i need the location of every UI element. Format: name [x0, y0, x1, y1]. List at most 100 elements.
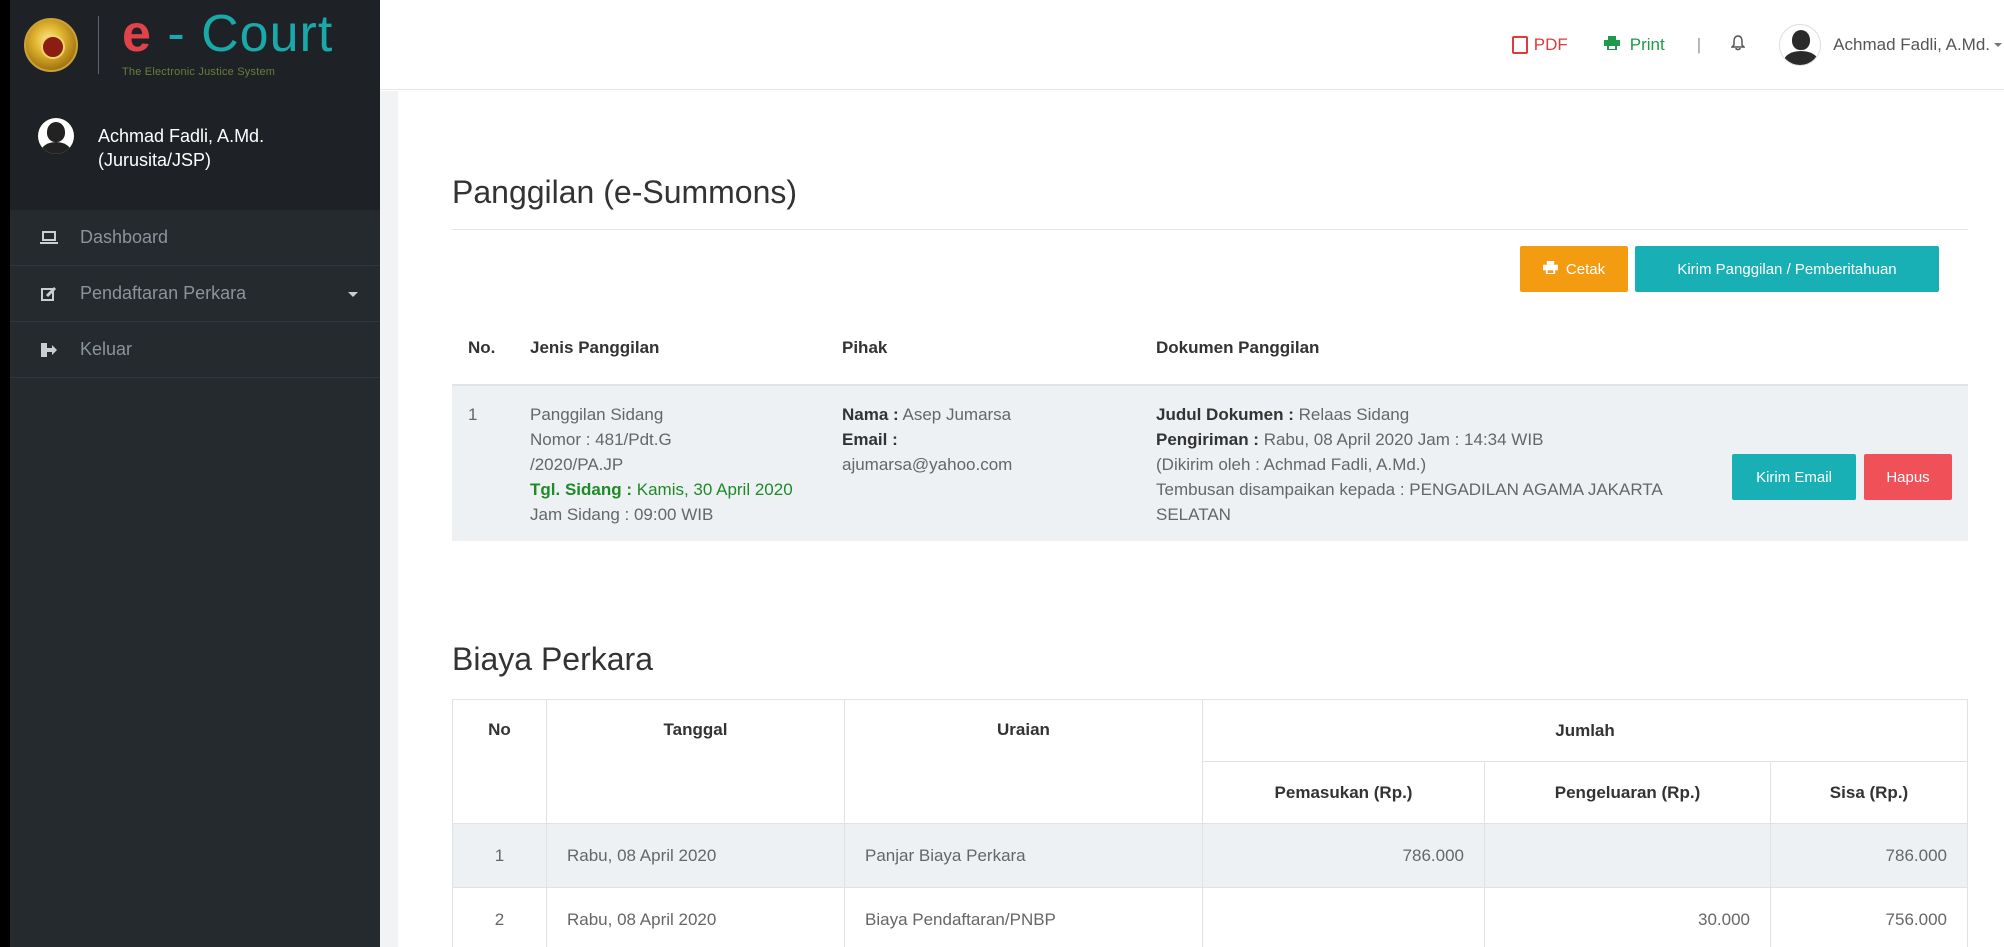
- cetak-label: Cetak: [1565, 260, 1606, 278]
- row-actions: Kirim Email Hapus: [1716, 402, 1952, 500]
- tgl-sidang-value: Kamis, 30 April 2020: [636, 480, 793, 499]
- column-header: Pemasukan (Rp.): [1202, 761, 1485, 824]
- summons-title: Panggilan (e-Summons): [452, 174, 798, 210]
- judul-label: Judul Dokumen :: [1156, 405, 1294, 424]
- column-header: Jenis Panggilan: [514, 311, 826, 386]
- email-value: ajumarsa@yahoo.com: [842, 455, 1013, 474]
- cell-sisa: 756.000: [1770, 887, 1968, 947]
- cell-no: 1: [452, 823, 547, 888]
- cell-uraian: Biaya Pendaftaran/PNBP: [844, 887, 1203, 947]
- cell-pemasukan: 786.000: [1202, 823, 1485, 888]
- dokumen-cell: Judul Dokumen : Relaas Sidang Pengiriman…: [1140, 385, 1700, 541]
- sidebar-menu: Dashboard Pendaftaran Perkara Keluar: [10, 210, 380, 378]
- avatar: [38, 118, 74, 154]
- sign-out-icon: [38, 341, 60, 359]
- top-navbar: PDF Print | Achmad Fadli, A.Md.: [380, 0, 2004, 90]
- kirim-panggilan-button[interactable]: Kirim Panggilan / Pemberitahuan: [1635, 246, 1939, 292]
- cell-uraian: Panjar Biaya Perkara: [844, 823, 1203, 888]
- table-row: 2 Rabu, 08 April 2020 Biaya Pendaftaran/…: [452, 887, 1968, 947]
- table-row: 1 Panggilan Sidang Nomor : 481/Pdt.G /20…: [452, 385, 1968, 541]
- cell-sisa: 786.000: [1770, 823, 1968, 888]
- judul-value: Relaas Sidang: [1298, 405, 1410, 424]
- column-header: Jumlah: [1202, 699, 1968, 762]
- sidebar-item-label: Pendaftaran Perkara: [80, 283, 247, 303]
- top-actions: PDF Print | Achmad Fadli, A.Md.: [1511, 0, 2004, 90]
- title-divider: [452, 229, 1968, 230]
- sidebar-item-label: Keluar: [80, 339, 133, 359]
- column-header: No.: [452, 311, 514, 386]
- column-header-actions: [1700, 311, 1968, 386]
- row-number: 1: [452, 385, 514, 541]
- summons-table: No. Jenis Panggilan Pihak Dokumen Panggi…: [452, 311, 1968, 541]
- sidebar-item-label: Dashboard: [80, 227, 169, 247]
- separator: |: [1696, 35, 1702, 54]
- column-header: Tanggal: [546, 699, 845, 824]
- sidebar: e - Court The Electronic Justice System …: [10, 0, 380, 947]
- pihak-cell: Nama : Asep Jumarsa Email : ajumarsa@yah…: [826, 385, 1140, 541]
- main-content: Panggilan (e-Summons) Cetak Kirim Panggi…: [398, 91, 2004, 947]
- pdf-link[interactable]: PDF: [1511, 35, 1568, 55]
- cell-pengeluaran: 30.000: [1484, 887, 1771, 947]
- column-header: Pihak: [826, 311, 1140, 386]
- sidebar-item-keluar[interactable]: Keluar: [10, 322, 380, 378]
- table-row: 1 Rabu, 08 April 2020 Panjar Biaya Perka…: [452, 823, 1968, 888]
- tgl-sidang-label: Tgl. Sidang :: [530, 480, 632, 499]
- column-header: Pengeluaran (Rp.): [1484, 761, 1771, 824]
- brand-title-rest: - Court: [151, 5, 334, 63]
- brand-title[interactable]: e - Court: [122, 6, 333, 62]
- pdf-label: PDF: [1533, 35, 1568, 54]
- bell-icon[interactable]: [1730, 34, 1746, 56]
- brand-divider: [98, 16, 99, 74]
- hapus-button[interactable]: Hapus: [1864, 454, 1952, 500]
- cell-pemasukan: [1202, 887, 1485, 947]
- dikirim-oleh: (Dikirim oleh : Achmad Fadli, A.Md.): [1156, 455, 1427, 474]
- cetak-button[interactable]: Cetak: [1520, 246, 1628, 292]
- email-label: Email :: [842, 430, 898, 449]
- cell-tanggal: Rabu, 08 April 2020: [546, 887, 845, 947]
- nama-label: Nama :: [842, 405, 899, 424]
- column-header: Uraian: [844, 699, 1203, 824]
- brand-subtitle: The Electronic Justice System: [122, 66, 276, 78]
- column-header: No: [452, 699, 547, 824]
- laptop-icon: [38, 229, 60, 247]
- column-header: Sisa (Rp.): [1770, 761, 1968, 824]
- chevron-down-icon: [348, 292, 358, 297]
- print-link[interactable]: Print: [1603, 35, 1665, 55]
- cell-pengeluaran: [1484, 823, 1771, 888]
- print-icon: [1542, 260, 1558, 278]
- jam-sidang: Jam Sidang : 09:00 WIB: [530, 505, 714, 524]
- column-header: Dokumen Panggilan: [1140, 311, 1700, 386]
- nomor-line-cont: /2020/PA.JP: [530, 455, 624, 474]
- user-avatar[interactable]: [1779, 24, 1822, 66]
- user-role: (Jurusita/JSP): [98, 150, 212, 170]
- brand-title-e: e: [122, 5, 152, 63]
- court-seal-logo: [24, 18, 78, 72]
- tembusan: Tembusan disampaikan kepada : PENGADILAN…: [1156, 480, 1662, 524]
- cell-no: 2: [452, 887, 547, 947]
- sidebar-item-pendaftaran-perkara[interactable]: Pendaftaran Perkara: [10, 266, 380, 322]
- biaya-title: Biaya Perkara: [452, 641, 653, 677]
- tgl-sidang: Tgl. Sidang : Kamis, 30 April 2020: [530, 477, 810, 502]
- actions-cell: Kirim Email Hapus: [1700, 385, 1968, 541]
- print-label: Print: [1629, 35, 1665, 54]
- user-name: Achmad Fadli, A.Md.: [98, 126, 265, 146]
- print-icon: [1603, 35, 1620, 55]
- window-edge: [0, 0, 10, 947]
- jenis-panggilan-cell: Panggilan Sidang Nomor : 481/Pdt.G /2020…: [514, 385, 826, 541]
- edit-icon: [38, 285, 60, 303]
- user-info: Achmad Fadli, A.Md. (Jurusita/JSP): [98, 124, 264, 172]
- user-menu-name[interactable]: Achmad Fadli, A.Md.: [1833, 35, 1990, 55]
- pdf-file-icon: [1511, 36, 1528, 54]
- kirim-email-button[interactable]: Kirim Email: [1732, 454, 1856, 500]
- pengiriman-value: Rabu, 08 April 2020 Jam : 14:34 WIB: [1263, 430, 1544, 449]
- biaya-table: No Tanggal Uraian Jumlah Pemasukan (Rp.)…: [452, 699, 1968, 947]
- nama-value: Asep Jumarsa: [902, 405, 1012, 424]
- content-gutter: [380, 91, 398, 947]
- chevron-down-icon[interactable]: [1994, 43, 2002, 47]
- jenis-line: Panggilan Sidang: [530, 405, 664, 424]
- sidebar-item-dashboard[interactable]: Dashboard: [10, 210, 380, 266]
- brand: e - Court The Electronic Justice System: [10, 0, 380, 90]
- nomor-line: Nomor : 481/Pdt.G: [530, 430, 672, 449]
- pengiriman-label: Pengiriman :: [1156, 430, 1259, 449]
- cell-tanggal: Rabu, 08 April 2020: [546, 823, 845, 888]
